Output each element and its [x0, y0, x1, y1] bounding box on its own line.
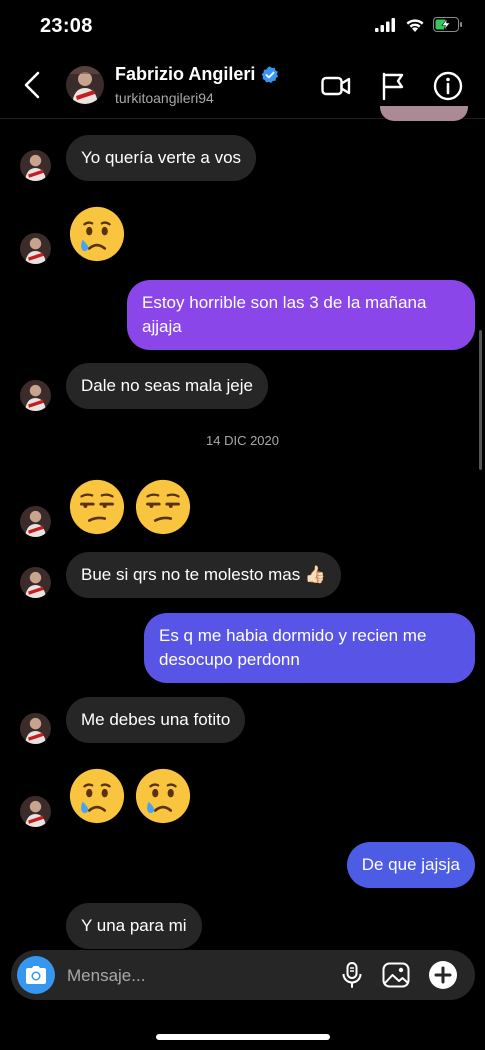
- contact-name-text: Fabrizio Angileri: [115, 64, 256, 84]
- camera-button[interactable]: [17, 956, 55, 994]
- outgoing-message[interactable]: Es q me habia dormido y recien me desocu…: [144, 613, 475, 683]
- signal-icon: [375, 17, 395, 32]
- crying-face-icon: [69, 768, 125, 824]
- contact-avatar[interactable]: [66, 66, 104, 104]
- info-icon[interactable]: [432, 70, 464, 102]
- microphone-icon[interactable]: [338, 961, 366, 989]
- status-time: 23:08: [40, 15, 93, 37]
- add-icon[interactable]: [428, 960, 458, 990]
- message-avatar[interactable]: [20, 796, 51, 827]
- status-bar: 23:08: [0, 0, 485, 52]
- contact-username: turkitoangileri94: [115, 90, 214, 106]
- incoming-message[interactable]: Dale no seas mala jeje: [66, 363, 268, 409]
- message-avatar[interactable]: [20, 380, 51, 411]
- incoming-message[interactable]: Yo quería verte a vos: [66, 135, 257, 181]
- home-indicator[interactable]: [156, 1034, 330, 1040]
- unamused-face-icon: [135, 479, 191, 535]
- message-line: desocupo perdonn: [159, 650, 300, 669]
- contact-name[interactable]: Fabrizio Angileri: [115, 64, 279, 85]
- back-chevron-icon[interactable]: [20, 70, 46, 100]
- verified-badge-icon: [261, 65, 279, 83]
- flag-icon[interactable]: [377, 70, 409, 102]
- message-avatar[interactable]: [20, 713, 51, 744]
- unamused-face-icon: [69, 479, 125, 535]
- date-separator: 14 DIC 2020: [206, 433, 279, 448]
- incoming-message[interactable]: Y una para mi: [66, 903, 202, 949]
- video-call-icon[interactable]: [320, 70, 352, 102]
- message-line: Estoy horrible son las 3 de la mañana: [142, 293, 427, 312]
- battery-charging-icon: [433, 17, 462, 32]
- status-icons: [375, 17, 463, 32]
- crying-face-icon: [135, 768, 191, 824]
- message-avatar[interactable]: [20, 567, 51, 598]
- outgoing-message[interactable]: Estoy horrible son las 3 de la mañana aj…: [127, 280, 475, 350]
- incoming-message[interactable]: Bue si qrs no te molesto mas 👍🏻: [66, 552, 342, 598]
- camera-icon: [26, 966, 46, 984]
- message-composer: [11, 950, 475, 1000]
- incoming-emoji-message[interactable]: [68, 478, 192, 536]
- message-avatar[interactable]: [20, 150, 51, 181]
- message-input[interactable]: [65, 963, 309, 989]
- incoming-message[interactable]: Me debes una fotito: [66, 697, 246, 743]
- wifi-icon: [406, 19, 424, 32]
- message-avatar[interactable]: [20, 506, 51, 537]
- crying-face-icon: [69, 206, 125, 262]
- outgoing-message[interactable]: De que jajsja: [346, 842, 475, 888]
- message-avatar[interactable]: [20, 233, 51, 264]
- incoming-emoji-message[interactable]: [68, 205, 126, 263]
- scroll-indicator[interactable]: [479, 330, 482, 470]
- previous-media-message[interactable]: [380, 106, 468, 121]
- gallery-icon[interactable]: [382, 961, 410, 989]
- message-line: Es q me habia dormido y recien me: [159, 626, 427, 645]
- message-line: ajjaja: [142, 317, 182, 336]
- incoming-emoji-message[interactable]: [68, 767, 192, 825]
